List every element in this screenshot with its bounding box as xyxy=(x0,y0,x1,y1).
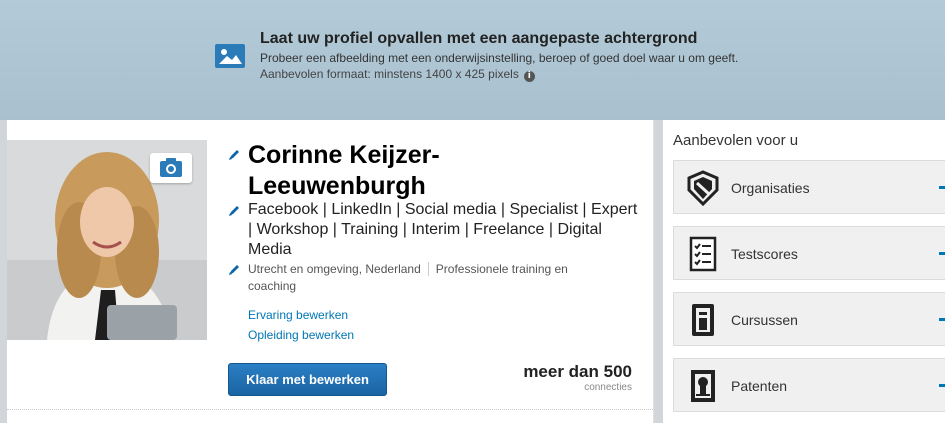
organization-shield-icon xyxy=(687,170,719,206)
patent-document-icon xyxy=(691,370,715,402)
recommended-panel: Aanbevolen voor u Organisaties Testscore… xyxy=(663,120,945,423)
edit-education-link[interactable]: Opleiding bewerken xyxy=(248,328,354,342)
add-plus-icon[interactable] xyxy=(939,384,945,387)
recommended-item-label: Patenten xyxy=(731,378,788,394)
profile-photo[interactable] xyxy=(7,140,207,340)
edit-headline-pencil-icon[interactable] xyxy=(228,204,241,217)
recommended-item-organisations[interactable]: Organisaties xyxy=(673,160,945,214)
recommended-title: Aanbevolen voor u xyxy=(673,132,799,149)
background-banner[interactable]: Laat uw profiel opvallen met een aangepa… xyxy=(0,0,945,120)
book-icon xyxy=(692,304,714,336)
banner-format-text: Aanbevolen formaat: minstens 1400 x 425 … xyxy=(260,67,519,81)
recommended-item-courses[interactable]: Cursussen xyxy=(673,292,945,346)
add-plus-icon[interactable] xyxy=(939,318,945,321)
image-icon xyxy=(215,44,245,68)
add-plus-icon[interactable] xyxy=(939,252,945,255)
recommended-item-label: Cursussen xyxy=(731,312,798,328)
camera-icon xyxy=(160,158,182,177)
recommended-item-label: Testscores xyxy=(731,246,798,262)
profile-name: Corinne Keijzer-Leeuwenburgh xyxy=(248,141,440,200)
connections-count: meer dan 500 xyxy=(523,362,632,381)
add-plus-icon[interactable] xyxy=(939,186,945,189)
edit-name-pencil-icon[interactable] xyxy=(228,148,241,161)
profile-headline: Facebook | LinkedIn | Social media | Spe… xyxy=(248,201,638,258)
recommended-item-testscores[interactable]: Testscores xyxy=(673,226,945,280)
recommended-item-label: Organisaties xyxy=(731,180,810,196)
recommended-item-patents[interactable]: Patenten xyxy=(673,358,945,412)
edit-location-pencil-icon[interactable] xyxy=(228,263,241,276)
info-icon[interactable]: i xyxy=(523,71,535,82)
profile-location: Utrecht en omgeving, Nederland xyxy=(248,262,421,276)
done-editing-button[interactable]: Klaar met bewerken xyxy=(228,363,387,396)
banner-description: Probeer een afbeelding met een onderwijs… xyxy=(260,51,739,65)
location-divider xyxy=(427,262,429,276)
banner-format: Aanbevolen formaat: minstens 1400 x 425 … xyxy=(260,67,535,82)
edit-experience-link[interactable]: Ervaring bewerken xyxy=(248,308,348,322)
connections-label: connecties xyxy=(584,382,632,393)
card-divider xyxy=(7,409,653,410)
change-photo-button[interactable] xyxy=(150,153,192,183)
checklist-icon xyxy=(689,236,717,272)
profile-card: Corinne Keijzer-Leeuwenburgh Facebook | … xyxy=(7,120,654,423)
banner-title: Laat uw profiel opvallen met een aangepa… xyxy=(260,30,698,47)
profile-location-industry: Utrecht en omgeving, Nederland Profession… xyxy=(248,261,608,295)
